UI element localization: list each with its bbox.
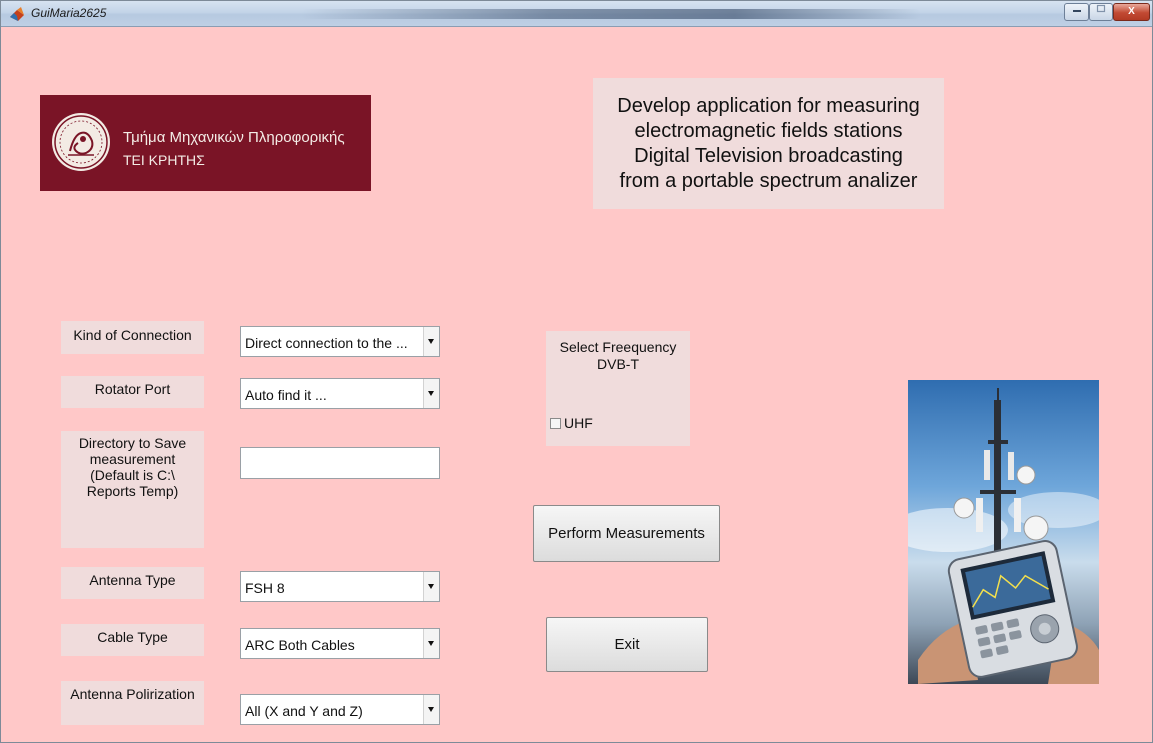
frequency-panel: Select Freequency DVB-T UHF [546,331,690,446]
chevron-down-icon [428,584,434,589]
uhf-checkbox-label: UHF [564,415,593,431]
polarization-select[interactable]: All (X and Y and Z) [240,694,440,725]
logo-department-name: Τμήμα Μηχανικών Πληροφορικής [123,129,345,146]
antenna-type-select[interactable]: FSH 8 [240,571,440,602]
chevron-down-icon [428,391,434,396]
rotator-port-dropdown-button[interactable] [423,379,439,408]
cable-type-label-text: Cable Type [97,629,168,645]
polarization-label-text: Antenna Polirization [70,686,195,702]
frequency-panel-title: Select Freequency DVB-T [559,339,677,372]
university-seal-icon [52,113,110,171]
connection-label: Kind of Connection [61,321,204,354]
minimize-icon [1072,10,1081,12]
maximize-icon [1096,4,1106,13]
cable-type-select[interactable]: ARC Both Cables [240,628,440,659]
cable-type-dropdown-button[interactable] [423,629,439,658]
antenna-type-dropdown-button[interactable] [423,572,439,601]
description-text: Develop application for measuring electr… [617,94,920,192]
directory-label: Directory to Save measurement (Default i… [61,431,204,548]
polarization-label: Antenna Polirization [61,681,204,725]
chevron-down-icon [428,707,434,712]
uhf-checkbox-row[interactable]: UHF [550,415,593,431]
exit-button[interactable]: Exit [546,617,708,672]
logo-institution-name: ΤΕΙ ΚΡΗΤΗΣ [123,152,205,168]
rotator-port-label: Rotator Port [61,376,204,408]
spectrum-analyzer-photo [908,380,1099,684]
chevron-down-icon [428,339,434,344]
window-title: GuiMaria2625 [31,6,107,20]
perform-measurements-button[interactable]: Perform Measurements [533,505,720,562]
title-bar[interactable]: GuiMaria2625 X [1,1,1152,27]
connection-label-text: Kind of Connection [73,327,192,343]
polarization-dropdown-button[interactable] [423,695,439,724]
connection-select-value: Direct connection to the ... [245,335,408,351]
antenna-type-label: Antenna Type [61,567,204,599]
cable-type-select-value: ARC Both Cables [245,637,355,653]
close-icon: X [1128,6,1135,17]
chevron-down-icon [428,641,434,646]
matlab-icon [10,7,24,21]
rotator-port-label-text: Rotator Port [94,381,171,397]
uhf-checkbox[interactable] [550,417,561,429]
description-panel: Develop application for measuring electr… [593,78,944,209]
close-button[interactable]: X [1113,3,1150,21]
antenna-type-label-text: Antenna Type [89,572,176,588]
maximize-button[interactable] [1089,3,1113,21]
antenna-type-select-value: FSH 8 [245,580,285,596]
directory-input[interactable] [240,447,440,479]
app-window: GuiMaria2625 X Τμήμα Μηχανικών Πληροφορι… [0,0,1153,743]
title-bar-decoration [301,9,921,19]
connection-dropdown-button[interactable] [423,327,439,356]
cable-type-label: Cable Type [61,624,204,656]
rotator-port-select-value: Auto find it ... [245,387,327,403]
minimize-button[interactable] [1064,3,1089,21]
university-logo: Τμήμα Μηχανικών Πληροφορικής ΤΕΙ ΚΡΗΤΗΣ [40,95,371,191]
connection-select[interactable]: Direct connection to the ... [240,326,440,357]
polarization-select-value: All (X and Y and Z) [245,703,363,719]
rotator-port-select[interactable]: Auto find it ... [240,378,440,409]
